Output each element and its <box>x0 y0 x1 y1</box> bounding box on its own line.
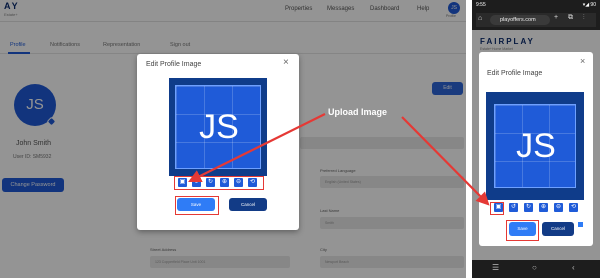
mobile-modal-title: Edit Profile Image <box>487 70 543 77</box>
image-crop-stage[interactable]: JS <box>169 78 267 176</box>
mobile-image-toolbar: ▣ ↺ ↻ ⊕ ⊖ ⟲ <box>494 203 584 213</box>
status-time: 9:55 <box>476 2 486 8</box>
preview-initials: JS <box>199 108 239 146</box>
android-nav-bar: ☰ ○ ‹ <box>472 260 600 278</box>
mobile-zoom-in-icon[interactable]: ⊕ <box>539 203 548 212</box>
mobile-cancel-button[interactable]: Cancel <box>542 222 574 236</box>
save-highlight <box>175 196 219 215</box>
home-icon[interactable]: ⌂ <box>478 15 482 22</box>
close-icon[interactable]: × <box>283 58 289 68</box>
browser-actions-icon[interactable]: + ⧉ ⋮ <box>554 14 589 22</box>
crop-resize-handle[interactable] <box>578 222 583 227</box>
mobile-close-icon[interactable]: × <box>580 57 585 66</box>
mobile-rotate-left-icon[interactable]: ↺ <box>509 203 518 212</box>
desktop-screenshot: AY Estate+ Properties Messages Dashboard… <box>0 0 466 278</box>
back-icon[interactable]: ‹ <box>572 263 575 272</box>
mobile-rotate-right-icon[interactable]: ↻ <box>524 203 533 212</box>
url-field[interactable]: playoffers.com <box>490 15 550 25</box>
mobile-preview-initials: JS <box>516 127 556 165</box>
mobile-image-crop-stage[interactable]: JS <box>486 92 584 227</box>
toolbar-highlight <box>174 176 264 190</box>
crop-area[interactable]: JS <box>175 85 261 169</box>
mobile-crop-area[interactable]: JS <box>494 104 576 188</box>
mobile-edit-profile-image-modal: × Edit Profile Image JS ▣ ↺ ↻ ⊕ ⊖ ⟲ Save… <box>479 52 593 246</box>
modal-title: Edit Profile Image <box>146 61 202 68</box>
status-icons: ▾◢ 90 <box>582 2 596 8</box>
mobile-screenshot: 9:55 ▾◢ 90 ⌂ playoffers.com + ⧉ ⋮ FAIRPL… <box>472 0 600 278</box>
recent-apps-icon[interactable]: ☰ <box>492 263 499 272</box>
home-button-icon[interactable]: ○ <box>532 263 537 272</box>
mobile-upload-highlight <box>490 202 504 215</box>
upload-image-annotation: Upload Image <box>328 107 388 117</box>
mobile-reset-icon[interactable]: ⟲ <box>569 203 578 212</box>
mobile-save-highlight <box>506 220 539 241</box>
mobile-zoom-out-icon[interactable]: ⊖ <box>554 203 563 212</box>
cancel-button[interactable]: Cancel <box>229 198 267 211</box>
browser-bar: ⌂ playoffers.com + ⧉ ⋮ <box>476 13 596 27</box>
